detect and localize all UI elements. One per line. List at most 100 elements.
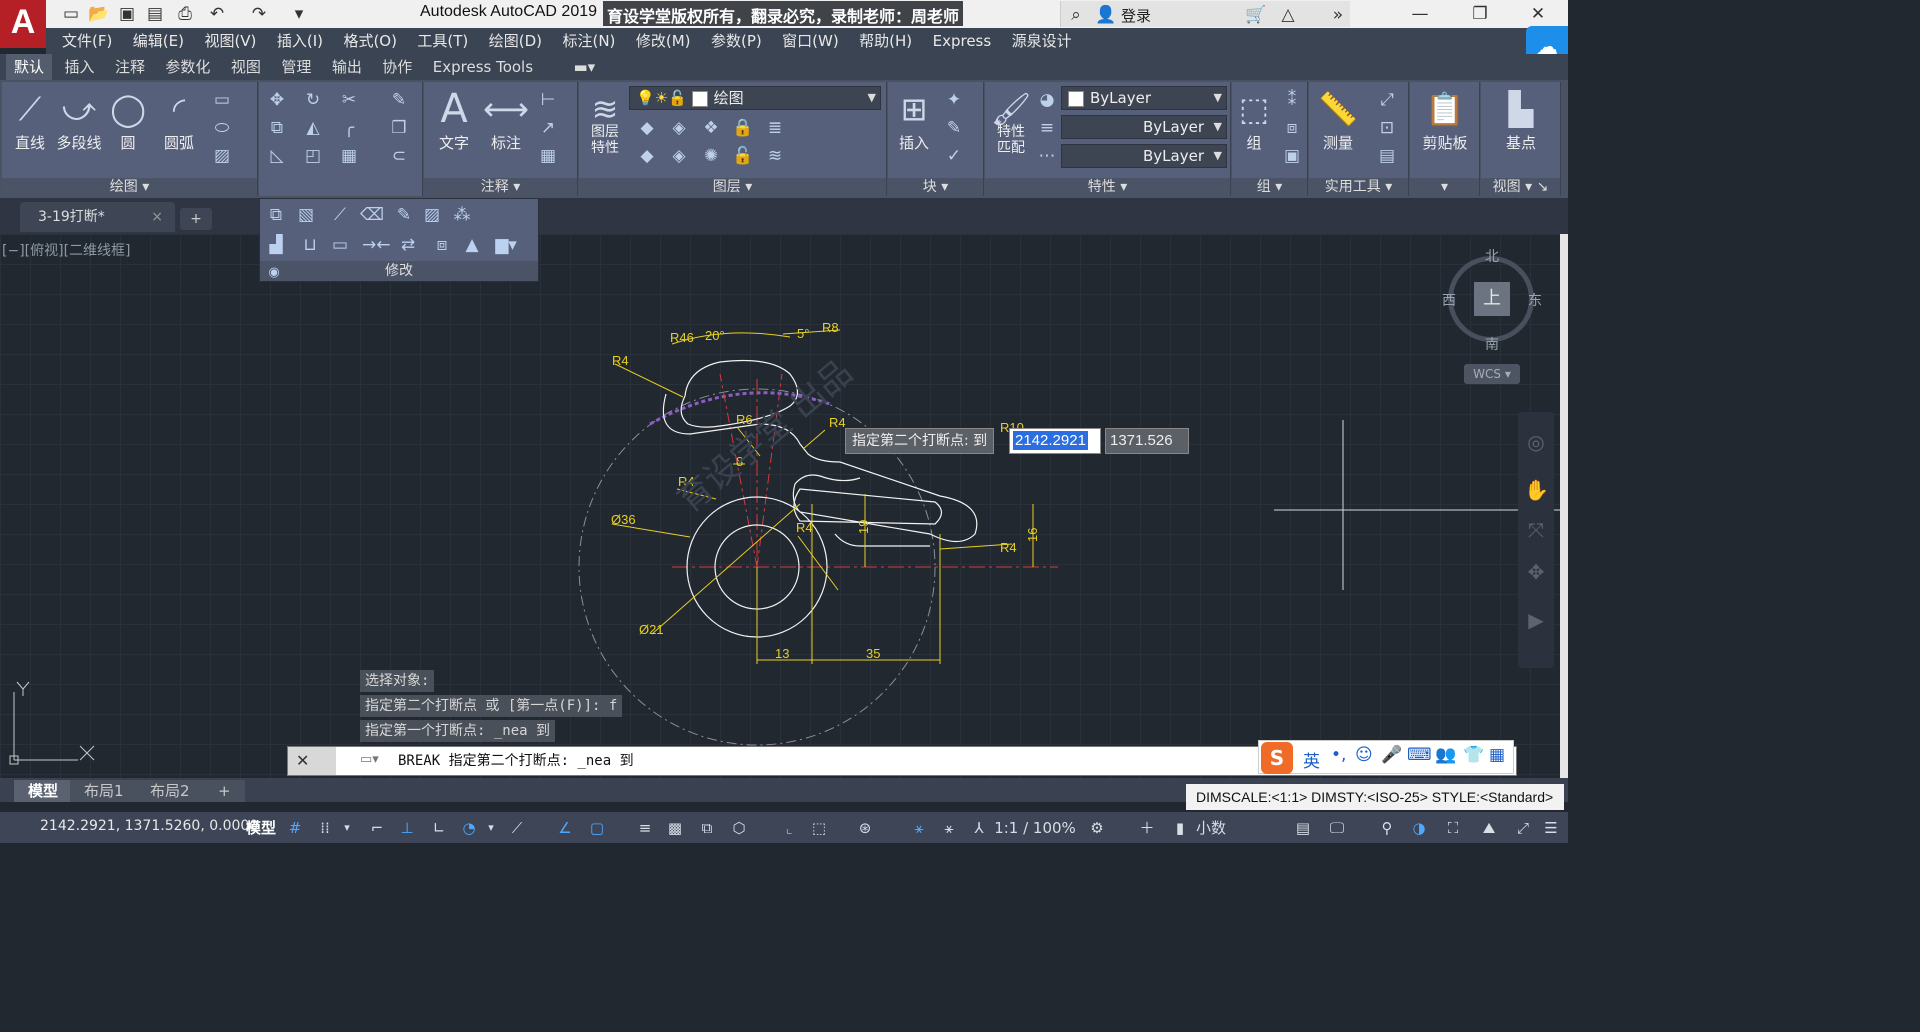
layer-tool-6-icon[interactable]: ◆ (635, 144, 659, 168)
clipboard-panel-title[interactable]: ▾ (1410, 178, 1479, 196)
mirror-icon[interactable]: ◭ (301, 116, 325, 140)
restore-button[interactable]: ❐ (1460, 2, 1500, 26)
ribbon-toggle-icon[interactable]: ▬▾ (566, 54, 604, 80)
user-icon[interactable]: 👤 (1095, 4, 1117, 26)
tab-express-tools[interactable]: Express Tools (425, 54, 541, 80)
block-attr-icon[interactable]: ✓ (942, 144, 966, 168)
annotation-visibility-icon[interactable]: ⚹ (906, 816, 932, 840)
insert-block-button[interactable]: ⊞ 插入 (892, 86, 936, 153)
layer-tool-3-icon[interactable]: ❖ (699, 116, 723, 140)
tab-annotate[interactable]: 注释 (107, 54, 153, 80)
layer-tool-1-icon[interactable]: ◆ (635, 116, 659, 140)
layer-tool-9-icon[interactable]: 🔓 (731, 144, 755, 168)
keyboard-icon[interactable]: ⌨ (1407, 745, 1432, 765)
break-icon[interactable]: ⊔ (298, 233, 322, 257)
close-button[interactable]: ✕ (1518, 2, 1558, 26)
snap-icon[interactable]: ⁞⁞ (312, 816, 338, 840)
color-wheel-icon[interactable]: ◕ (1035, 88, 1059, 112)
user-center-icon[interactable]: 👥 (1435, 745, 1456, 765)
autocad-logo-icon[interactable]: A (0, 0, 46, 48)
compass-west[interactable]: 西 (1442, 290, 1456, 310)
utilities-panel-title[interactable]: 实用工具 ▾ (1309, 178, 1408, 196)
object-snap-tracking-icon[interactable]: ∠ (552, 816, 578, 840)
offset-icon[interactable]: ⊂ (387, 144, 411, 168)
ellipse-icon[interactable]: ⬭ (210, 116, 234, 140)
dynamic-input-icon[interactable]: ⊥ (394, 816, 420, 840)
object-snap-icon[interactable]: ▢ (584, 816, 610, 840)
edit-spline-icon[interactable]: ✎ (392, 203, 416, 227)
arc-button[interactable]: ◜ 圆弧 (156, 86, 202, 153)
dynamic-y-input[interactable]: 1371.526 (1105, 428, 1189, 454)
erase-icon[interactable]: ✎ (387, 88, 411, 112)
menu-edit[interactable]: 编辑(E) (125, 28, 192, 54)
compass-south[interactable]: 南 (1485, 334, 1499, 354)
save-icon[interactable]: ▣ (116, 3, 138, 25)
polar-menu-icon[interactable]: ▾ (484, 816, 498, 840)
selection-cycling-icon[interactable]: ⧉ (694, 816, 720, 840)
menu-format[interactable]: 格式(O) (335, 28, 405, 54)
layer-tool-10-icon[interactable]: ≋ (763, 144, 787, 168)
sogou-logo-icon[interactable]: S (1261, 742, 1293, 774)
view-cube[interactable]: 上 北 南 东 西 WCS ▾ (1440, 246, 1550, 386)
plot-icon[interactable]: ⎙ (174, 3, 196, 25)
isolate-objects-icon[interactable]: ⚲ (1374, 816, 1400, 840)
microphone-icon[interactable]: 🎤 (1381, 745, 1402, 765)
color-dropdown[interactable]: ByLayer ▼ (1061, 86, 1227, 110)
skin-icon[interactable]: 👕 (1463, 745, 1484, 765)
isodraft-icon[interactable]: ⟋ (504, 816, 530, 840)
snap-menu-icon[interactable]: ▾ (340, 816, 354, 840)
wcs-menu[interactable]: WCS ▾ (1464, 364, 1520, 384)
punctuation-icon[interactable]: •, (1331, 745, 1346, 765)
text-button[interactable]: A 文字 (432, 86, 476, 153)
linetype-dropdown[interactable]: ByLayer ▼ (1061, 115, 1227, 139)
eraser-icon[interactable]: ⌫ (360, 203, 384, 227)
menu-file[interactable]: 文件(F) (54, 28, 120, 54)
leader-icon[interactable]: ↗ (536, 116, 560, 140)
dimension-button[interactable]: ⟷ 标注 (482, 86, 530, 153)
fullscreen-icon[interactable]: ⤢ (1510, 816, 1536, 840)
open-icon[interactable]: 📂 (88, 3, 110, 25)
quick-select-icon[interactable]: ⤢ (1375, 88, 1399, 112)
binoculars-icon[interactable]: ⌕ (1065, 4, 1087, 26)
tab-home[interactable]: 默认 (6, 54, 53, 80)
annotation-scale-dropdown[interactable]: 1:1 / 100% (994, 816, 1076, 840)
polar-icon[interactable]: ◔ (456, 816, 482, 840)
set-to-bylayer-icon[interactable]: ▲ (460, 233, 484, 257)
match-properties-button[interactable]: 🖌 特性 匹配 (987, 86, 1035, 156)
customization-menu-icon[interactable]: ☰ (1538, 816, 1564, 840)
menu-insert[interactable]: 插入(I) (269, 28, 331, 54)
cart-icon[interactable]: 🛒 (1245, 4, 1267, 26)
layer-tool-4-icon[interactable]: 🔒 (731, 116, 755, 140)
doc-tab-active[interactable]: 3-19打断* × (20, 202, 175, 232)
units-dropdown[interactable]: 小数 (1196, 816, 1280, 840)
emoji-icon[interactable]: ☺ (1355, 745, 1373, 765)
tab-model[interactable]: 模型 (14, 780, 73, 802)
model-space-toggle[interactable]: 模型 (244, 816, 278, 840)
ortho-icon[interactable]: ∟ (426, 816, 452, 840)
menu-tools[interactable]: 工具(T) (409, 28, 476, 54)
new-tab-button[interactable]: + (180, 208, 212, 230)
table-icon[interactable]: ▦ (536, 144, 560, 168)
lineweight-toggle-icon[interactable]: ≡ (632, 816, 658, 840)
customize-qa-icon[interactable]: ▾ (288, 3, 310, 25)
pan-icon[interactable]: ✋ (1524, 478, 1549, 502)
close-tab-icon[interactable]: × (151, 202, 163, 232)
tab-output[interactable]: 输出 (324, 54, 370, 80)
polyline-button[interactable]: ⤻ 多段线 (52, 86, 106, 153)
scale-icon[interactable]: ◰ (301, 144, 325, 168)
infer-icon[interactable]: ⌐ (364, 816, 390, 840)
minimize-button[interactable]: — (1400, 2, 1440, 26)
line-button[interactable]: ⟋ 直线 (8, 86, 52, 153)
steering-wheel-icon[interactable]: ◎ (1524, 430, 1548, 454)
quick-properties-icon[interactable]: ▤ (1290, 816, 1316, 840)
a360-icon[interactable]: △ (1277, 4, 1299, 26)
view-panel-title[interactable]: 视图 ▾ ↘ (1481, 178, 1560, 196)
layer-tool-7-icon[interactable]: ◈ (667, 144, 691, 168)
selection-filter-icon[interactable]: ⬚ (806, 816, 832, 840)
bring-to-front-icon[interactable]: ▆▾ (494, 233, 518, 257)
draworder-icon[interactable]: ⧉ (264, 203, 288, 227)
copy-nested-icon[interactable]: ⧈ (430, 233, 454, 257)
layers-panel-title[interactable]: 图层 ▾ (579, 178, 886, 196)
add-layout-button[interactable]: + (204, 780, 245, 802)
group-select-icon[interactable]: ▣ (1280, 144, 1304, 168)
